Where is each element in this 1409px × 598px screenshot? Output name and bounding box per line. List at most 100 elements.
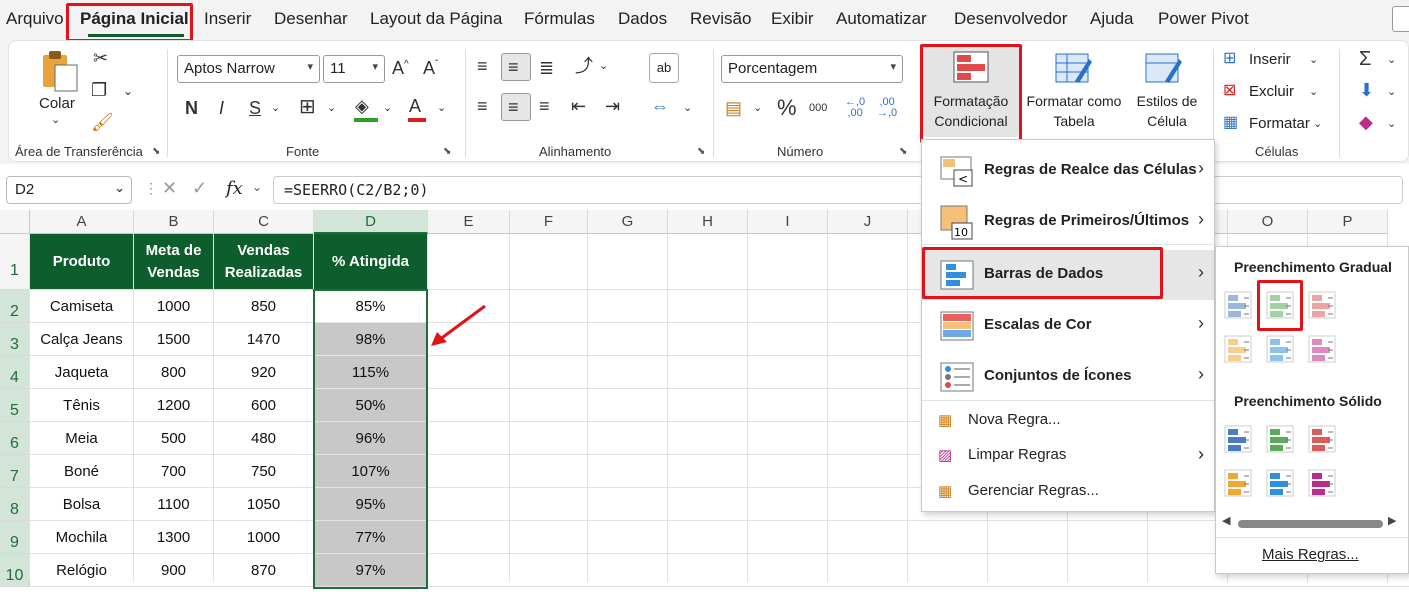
gradient-data-bar-option-3[interactable] xyxy=(1308,291,1336,319)
underline-dropdown-icon[interactable]: ⌄ xyxy=(271,103,280,114)
merge-center-icon[interactable]: ⇔ xyxy=(651,97,669,115)
number-format-select[interactable]: Porcentagem ▾ xyxy=(721,55,903,83)
orientation-icon[interactable]: ⤴ xyxy=(575,57,593,75)
insert-cells-button[interactable]: Inserir xyxy=(1249,51,1291,68)
align-middle-button[interactable]: ≡ xyxy=(501,53,531,81)
font-color-dropdown-icon[interactable]: ⌄ xyxy=(437,103,446,114)
comments-icon[interactable] xyxy=(1392,6,1409,32)
formula-input[interactable]: =SEERRO(C2/B2;0) xyxy=(273,176,1403,204)
table-cell[interactable]: 1300 xyxy=(134,521,213,553)
table-cell[interactable]: 870 xyxy=(214,554,313,586)
orientation-dropdown-icon[interactable]: ⌄ xyxy=(599,61,608,72)
tab-layout[interactable]: Layout da Página xyxy=(370,9,502,29)
solid-data-bar-option-2[interactable] xyxy=(1266,425,1294,453)
menu-item-highlight-rules[interactable]: < Regras de Realce das Células › xyxy=(922,146,1214,196)
tab-power-pivot[interactable]: Power Pivot xyxy=(1158,9,1249,29)
menu-item-new-rule[interactable]: ▦ Nova Regra... xyxy=(922,403,1214,437)
scroll-right-icon[interactable]: ▶ xyxy=(1388,514,1396,527)
table-cell[interactable]: 1000 xyxy=(134,290,213,322)
column-header-g[interactable]: G xyxy=(588,210,668,234)
table-cell[interactable]: Tênis xyxy=(30,389,133,421)
table-header-cell[interactable]: Vendas Realizadas xyxy=(214,234,313,289)
row-header-10[interactable]: 10 xyxy=(0,554,30,587)
row-header-1[interactable]: 1 xyxy=(0,234,30,290)
gradient-data-bar-option-2[interactable] xyxy=(1266,291,1294,319)
gallery-scrollbar[interactable]: ◀ ▶ xyxy=(1222,514,1402,531)
wrap-text-icon[interactable]: ab xyxy=(649,53,679,83)
font-size-select[interactable]: 11 ▾ xyxy=(323,55,385,83)
scrollbar-thumb[interactable] xyxy=(1238,520,1383,528)
format-as-table-button[interactable]: Formatar como Tabela xyxy=(1021,91,1127,131)
font-name-select[interactable]: Aptos Narrow ▾ xyxy=(177,55,320,83)
column-header-e[interactable]: E xyxy=(428,210,510,234)
align-center-button[interactable]: ≡ xyxy=(501,93,531,121)
table-cell[interactable]: Meia xyxy=(30,422,133,454)
borders-icon[interactable]: ⊞ xyxy=(299,97,316,117)
menu-item-color-scales[interactable]: Escalas de Cor › xyxy=(922,301,1214,351)
solid-data-bar-option-3[interactable] xyxy=(1308,425,1336,453)
font-color-icon[interactable]: A xyxy=(409,97,421,115)
tab-desenvolvedor[interactable]: Desenvolvedor xyxy=(954,9,1067,29)
clear-icon[interactable]: ◆ xyxy=(1359,113,1373,131)
table-header-cell[interactable]: Produto xyxy=(30,234,133,289)
row-header-2[interactable]: 2 xyxy=(0,290,30,323)
column-header-h[interactable]: H xyxy=(668,210,748,234)
decrease-indent-icon[interactable]: ⇤ xyxy=(571,97,586,115)
column-header-a[interactable]: A xyxy=(30,210,134,234)
table-cell[interactable]: 1000 xyxy=(214,521,313,553)
table-cell[interactable]: Calça Jeans xyxy=(30,323,133,355)
delete-dropdown-icon[interactable]: ⌄ xyxy=(1309,87,1318,98)
format-cells-button[interactable]: Formatar xyxy=(1249,115,1310,132)
tab-ajuda[interactable]: Ajuda xyxy=(1090,9,1133,29)
table-cell[interactable]: 750 xyxy=(214,455,313,487)
table-cell[interactable]: 1050 xyxy=(214,488,313,520)
menu-item-icon-sets[interactable]: Conjuntos de Ícones › xyxy=(922,352,1214,402)
format-cells-icon[interactable]: ▦ xyxy=(1223,115,1238,131)
solid-data-bar-option-5[interactable] xyxy=(1266,469,1294,497)
fill-dropdown-icon[interactable]: ⌄ xyxy=(1387,87,1396,98)
table-cell[interactable]: Camiseta xyxy=(30,290,133,322)
solid-data-bar-option-1[interactable] xyxy=(1224,425,1252,453)
table-header-cell[interactable]: Meta de Vendas xyxy=(134,234,213,289)
fill-dropdown-icon[interactable]: ⌄ xyxy=(383,103,392,114)
more-rules-link[interactable]: Mais Regras... xyxy=(1262,546,1359,563)
gradient-data-bar-option-1[interactable] xyxy=(1224,291,1252,319)
table-cell[interactable]: 1470 xyxy=(214,323,313,355)
column-header-i[interactable]: I xyxy=(748,210,828,234)
underline-button[interactable]: S xyxy=(249,99,261,117)
tab-formulas[interactable]: Fórmulas xyxy=(524,9,595,29)
solid-data-bar-option-4[interactable] xyxy=(1224,469,1252,497)
font-launcher-icon[interactable]: ⬊ xyxy=(443,146,451,157)
column-header-f[interactable]: F xyxy=(510,210,588,234)
insert-function-button[interactable]: fx xyxy=(226,178,243,199)
column-header-j[interactable]: J xyxy=(828,210,908,234)
table-cell[interactable]: 920 xyxy=(214,356,313,388)
conditional-formatting-button[interactable]: Formatação Condicional xyxy=(923,45,1019,137)
table-cell[interactable]: Boné xyxy=(30,455,133,487)
comma-style-button[interactable]: 000 xyxy=(809,103,827,114)
paste-dropdown-icon[interactable]: ⌄ xyxy=(51,115,60,126)
table-cell[interactable]: 1500 xyxy=(134,323,213,355)
delete-cells-button[interactable]: Excluir xyxy=(1249,83,1294,100)
fill-icon[interactable]: ⬇ xyxy=(1359,81,1374,99)
row-header-4[interactable]: 4 xyxy=(0,356,30,389)
insert-cells-icon[interactable]: ⊞ xyxy=(1223,51,1236,67)
gradient-data-bar-option-6[interactable] xyxy=(1308,335,1336,363)
tab-arquivo[interactable]: Arquivo xyxy=(6,9,64,29)
row-header-8[interactable]: 8 xyxy=(0,488,30,521)
accounting-format-icon[interactable]: ▤ xyxy=(725,99,742,117)
clear-dropdown-icon[interactable]: ⌄ xyxy=(1387,119,1396,130)
menu-item-clear-rules[interactable]: ▨ Limpar Regras › xyxy=(922,438,1214,472)
align-bottom-icon[interactable]: ≣ xyxy=(539,59,554,77)
tab-revisao[interactable]: Revisão xyxy=(690,9,751,29)
align-left-icon[interactable]: ≡ xyxy=(477,97,488,115)
bold-button[interactable]: N xyxy=(185,99,198,117)
increase-indent-icon[interactable]: ⇥ xyxy=(605,97,620,115)
fx-dropdown-icon[interactable]: ⌄ xyxy=(252,180,262,194)
autosum-icon[interactable]: Σ xyxy=(1359,49,1371,69)
grow-font-icon[interactable]: A^ xyxy=(392,59,409,77)
percent-style-button[interactable]: % xyxy=(777,97,797,119)
tab-dados[interactable]: Dados xyxy=(618,9,667,29)
name-box[interactable]: D2 ⌄ xyxy=(6,176,132,204)
solid-data-bar-option-6[interactable] xyxy=(1308,469,1336,497)
